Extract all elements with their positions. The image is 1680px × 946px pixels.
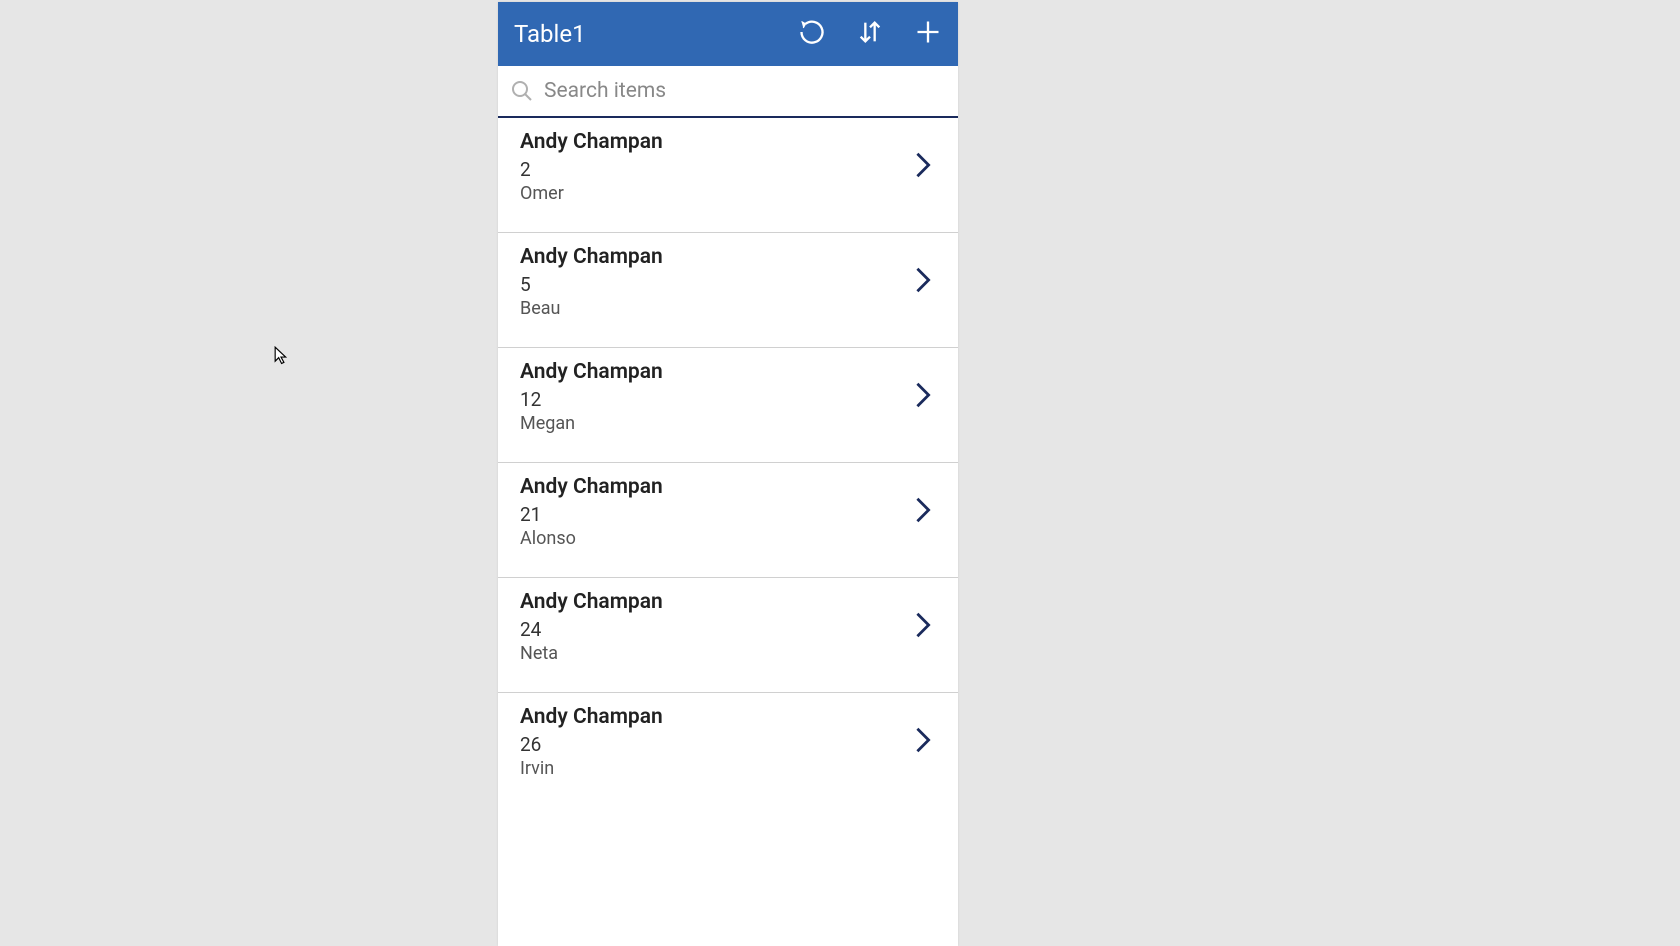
item-subtitle: Irvin — [520, 758, 914, 779]
list-item[interactable]: Andy Champan 26Irvin — [498, 693, 958, 807]
chevron-right-icon — [914, 381, 932, 413]
item-number: 21 — [520, 503, 914, 526]
list-item[interactable]: Andy Champan 21Alonso — [498, 463, 958, 578]
item-subtitle: Megan — [520, 413, 914, 434]
item-subtitle: Neta — [520, 643, 914, 664]
item-number: 26 — [520, 733, 914, 756]
chevron-right-icon — [914, 726, 932, 758]
header-title: Table1 — [514, 20, 798, 48]
item-subtitle: Beau — [520, 298, 914, 319]
items-list[interactable]: Andy Champan2OmerAndy Champan5BeauAndy C… — [498, 118, 958, 946]
add-button[interactable] — [914, 20, 942, 48]
header-actions — [798, 20, 942, 48]
list-item[interactable]: Andy Champan 12Megan — [498, 348, 958, 463]
list-item[interactable]: Andy Champan 5Beau — [498, 233, 958, 348]
item-content: Andy Champan 5Beau — [520, 245, 914, 319]
item-content: Andy Champan 21Alonso — [520, 475, 914, 549]
refresh-button[interactable] — [798, 20, 826, 48]
item-title: Andy Champan — [520, 705, 914, 729]
chevron-right-icon — [914, 151, 932, 183]
search-bar — [498, 66, 958, 118]
app-container: Table1 — [498, 2, 958, 946]
sort-button[interactable] — [856, 20, 884, 48]
item-content: Andy Champan 26Irvin — [520, 705, 914, 779]
item-number: 5 — [520, 273, 914, 296]
list-item[interactable]: Andy Champan 24Neta — [498, 578, 958, 693]
item-number: 12 — [520, 388, 914, 411]
chevron-right-icon — [914, 611, 932, 643]
item-number: 2 — [520, 158, 914, 181]
search-input[interactable] — [544, 79, 946, 103]
mouse-cursor — [274, 346, 288, 364]
item-title: Andy Champan — [520, 130, 914, 154]
item-title: Andy Champan — [520, 360, 914, 384]
search-icon — [510, 79, 534, 103]
item-title: Andy Champan — [520, 475, 914, 499]
item-content: Andy Champan 24Neta — [520, 590, 914, 664]
sort-icon — [856, 18, 884, 50]
item-content: Andy Champan 2Omer — [520, 130, 914, 204]
item-title: Andy Champan — [520, 245, 914, 269]
chevron-right-icon — [914, 266, 932, 298]
item-number: 24 — [520, 618, 914, 641]
item-subtitle: Omer — [520, 183, 914, 204]
refresh-icon — [798, 18, 826, 50]
list-item[interactable]: Andy Champan 2Omer — [498, 118, 958, 233]
app-header: Table1 — [498, 2, 958, 66]
item-title: Andy Champan — [520, 590, 914, 614]
chevron-right-icon — [914, 496, 932, 528]
item-subtitle: Alonso — [520, 528, 914, 549]
item-content: Andy Champan 12Megan — [520, 360, 914, 434]
plus-icon — [914, 18, 942, 50]
